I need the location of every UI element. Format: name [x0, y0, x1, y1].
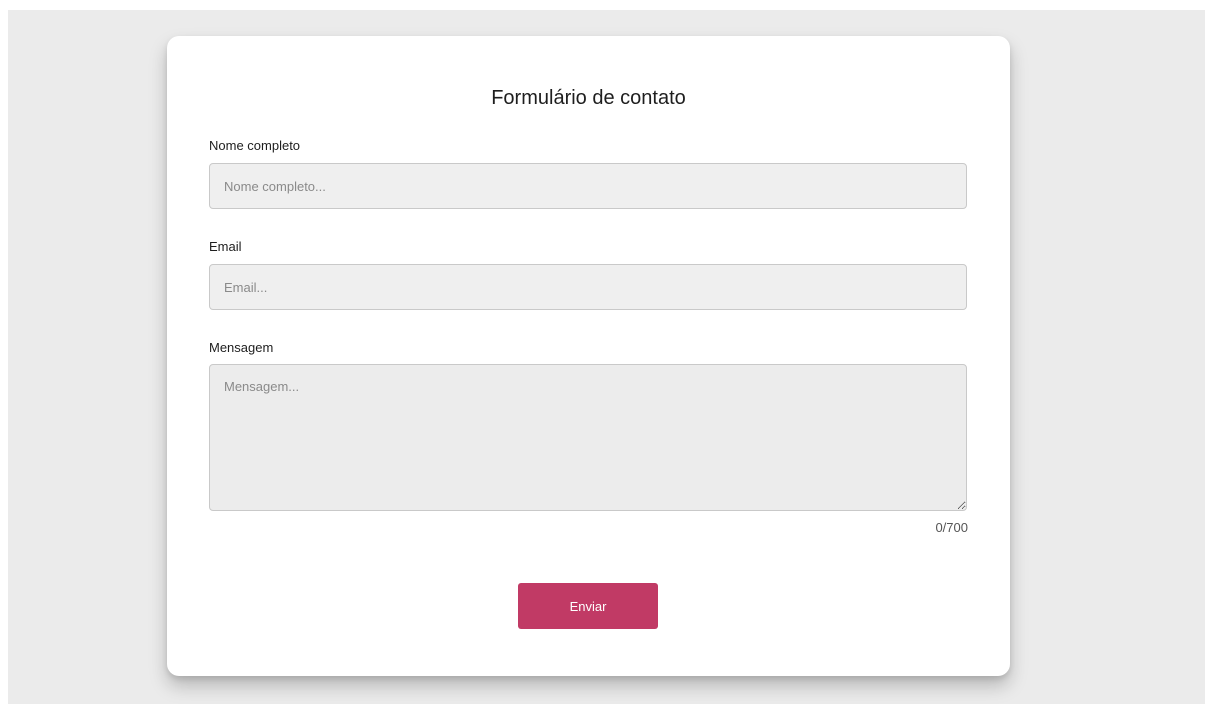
page-background: Formulário de contato Nome completo Emai… — [8, 10, 1205, 704]
message-label: Mensagem — [209, 340, 274, 355]
name-input[interactable] — [209, 163, 967, 209]
message-textarea[interactable] — [209, 364, 967, 511]
form-title: Formulário de contato — [491, 87, 686, 109]
character-counter: 0/700 — [935, 520, 968, 535]
email-label: Email — [209, 239, 242, 254]
contact-form-card: Formulário de contato Nome completo Emai… — [167, 36, 1010, 676]
submit-button[interactable]: Enviar — [518, 583, 658, 629]
email-input[interactable] — [209, 264, 967, 310]
name-label: Nome completo — [209, 138, 301, 153]
